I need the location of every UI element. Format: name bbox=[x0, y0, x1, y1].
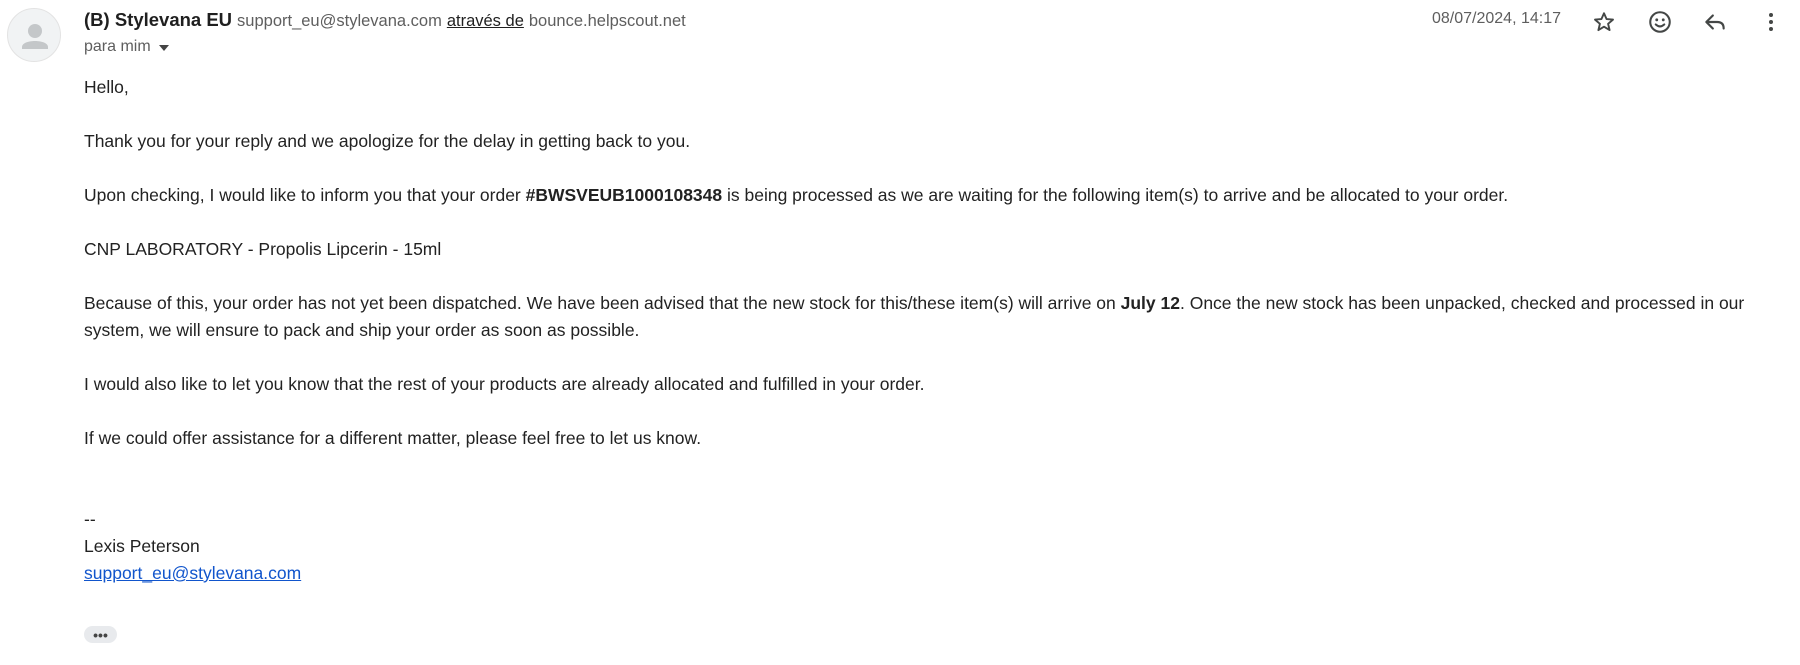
body-paragraph-3: Because of this, your order has not yet … bbox=[84, 290, 1774, 344]
via-link[interactable]: através de bbox=[447, 12, 524, 31]
message-date: 08/07/2024, 14:17 bbox=[1432, 10, 1562, 27]
signature: -- Lexis Peterson support_eu@stylevana.c… bbox=[84, 506, 1784, 587]
sender-name[interactable]: (B) Stylevana EU bbox=[84, 9, 232, 31]
body-paragraph-4: I would also like to let you know that t… bbox=[84, 374, 925, 394]
arrival-date: July 12 bbox=[1120, 293, 1180, 313]
pending-item: CNP LABORATORY - Propolis Lipcerin - 15m… bbox=[84, 239, 442, 259]
signature-email-link[interactable]: support_eu@stylevana.com bbox=[84, 563, 301, 583]
body-paragraph-5: If we could offer assistance for a diffe… bbox=[84, 428, 702, 448]
person-icon bbox=[22, 24, 48, 49]
more-vert-icon bbox=[1769, 13, 1773, 31]
message-body: Hello, Thank you for your reply and we a… bbox=[84, 74, 1784, 587]
more-options-button[interactable] bbox=[1754, 5, 1788, 39]
signature-name: Lexis Peterson bbox=[84, 536, 200, 556]
para3-before: Because of this, your order has not yet … bbox=[84, 293, 1121, 313]
greeting: Hello, bbox=[84, 77, 129, 97]
para2-before: Upon checking, I would like to inform yo… bbox=[84, 185, 526, 205]
reply-icon bbox=[1705, 14, 1725, 30]
emoji-reaction-button[interactable] bbox=[1643, 5, 1677, 39]
body-paragraph-2: Upon checking, I would like to inform yo… bbox=[84, 182, 1784, 209]
emoji-icon bbox=[1649, 11, 1671, 33]
body-paragraph-1: Thank you for your reply and we apologiz… bbox=[84, 131, 691, 151]
show-trimmed-content-button[interactable]: ••• bbox=[84, 626, 117, 643]
reply-button[interactable] bbox=[1698, 5, 1732, 39]
para2-after: is being processed as we are waiting for… bbox=[722, 185, 1509, 205]
sender-line: (B) Stylevana EU support_eu@stylevana.co… bbox=[84, 9, 686, 33]
caret-down-icon bbox=[158, 45, 169, 51]
recipients-toggle[interactable]: para mim bbox=[84, 38, 169, 56]
via-domain: bounce.helpscout.net bbox=[528, 12, 686, 30]
avatar[interactable] bbox=[7, 8, 61, 62]
sender-email: support_eu@stylevana.com bbox=[237, 12, 442, 30]
more-dots-icon: ••• bbox=[93, 626, 108, 643]
recipients-label: para mim bbox=[84, 38, 151, 55]
star-icon bbox=[1594, 12, 1614, 32]
order-number: #BWSVEUB1000108348 bbox=[525, 185, 723, 205]
signature-separator: -- bbox=[84, 509, 96, 529]
star-button[interactable] bbox=[1587, 5, 1621, 39]
